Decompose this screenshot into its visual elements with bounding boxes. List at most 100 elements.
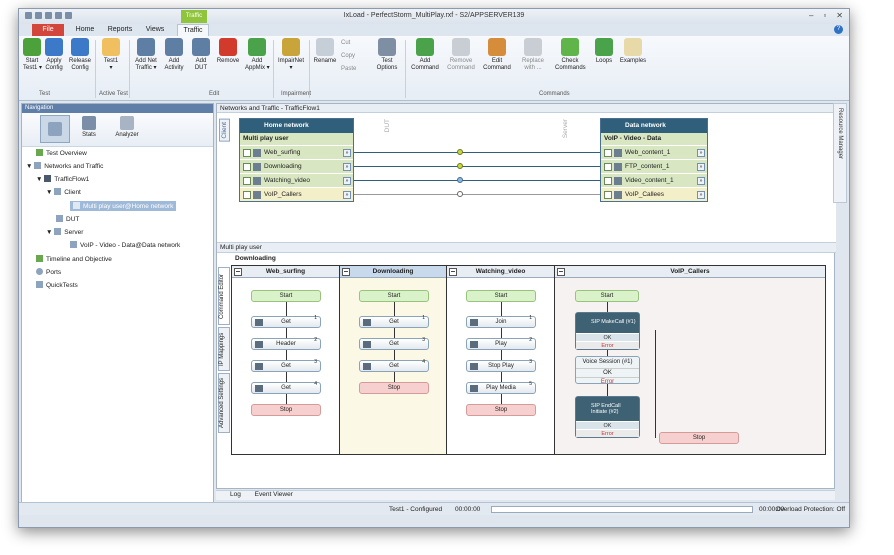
cut-button[interactable]: Cut: [341, 40, 350, 46]
tab-ip-mappings[interactable]: IP Mappings: [218, 327, 230, 371]
tree-item-timeline[interactable]: Timeline and Objective: [36, 255, 112, 263]
add-dut-button[interactable]: Add DUT: [191, 38, 211, 72]
node-stop-play[interactable]: Stop Play 3: [466, 359, 536, 372]
flow-node[interactable]: [457, 163, 463, 169]
add-activity-button[interactable]: Add Activity: [163, 38, 185, 72]
flow-node[interactable]: [457, 191, 463, 197]
tab-log[interactable]: Log: [230, 491, 241, 498]
collapse-icon[interactable]: –: [234, 268, 242, 276]
tree-item-multiplay-user[interactable]: Multi play user@Home network: [70, 201, 177, 211]
tree-item-voip-video-data[interactable]: VoIP - Video - Data@Data network: [70, 241, 180, 249]
add-command-button[interactable]: Add Command: [411, 38, 439, 72]
node-sip-endcall[interactable]: SIP EndCall Initiate (#2) OK Error: [575, 396, 640, 438]
test1-button[interactable]: Test1 ▾: [101, 38, 121, 72]
dropdown-icon[interactable]: »: [343, 191, 351, 199]
node-get[interactable]: Get 4: [359, 359, 429, 372]
remove-command-button[interactable]: Remove Command: [447, 38, 475, 72]
stats-button[interactable]: Stats: [74, 116, 104, 138]
tree-item-client[interactable]: ▼ Client: [46, 188, 81, 196]
collapse-icon[interactable]: –: [449, 268, 457, 276]
flow-node[interactable]: [457, 177, 463, 183]
remove-button[interactable]: Remove: [215, 38, 241, 65]
tab-event-viewer[interactable]: Event Viewer: [255, 491, 293, 498]
tab-file[interactable]: File: [32, 24, 64, 36]
checkbox[interactable]: [243, 163, 251, 171]
release-config-button[interactable]: Release Config: [69, 38, 91, 72]
node-get[interactable]: Get 1: [359, 315, 429, 328]
analyzer-button[interactable]: Analyzer: [112, 116, 142, 138]
checkbox[interactable]: [243, 149, 251, 157]
client-network-box[interactable]: Home network Multi play user Web_surfing…: [239, 118, 354, 202]
node-get[interactable]: Get 4: [251, 381, 321, 394]
start-test-button[interactable]: Start Test1 ▾: [23, 38, 42, 72]
node-get[interactable]: Get 1: [251, 315, 321, 328]
node-start[interactable]: Start: [359, 290, 429, 302]
minimize-icon[interactable]: –: [809, 11, 813, 20]
add-net-traffic-button[interactable]: Add Net Traffic ▾: [133, 38, 159, 72]
client-row-downloading[interactable]: Downloading»: [240, 159, 353, 173]
checkbox[interactable]: [604, 191, 612, 199]
node-play[interactable]: Play 2: [466, 337, 536, 350]
node-get[interactable]: Get 3: [251, 359, 321, 372]
examples-button[interactable]: Examples: [619, 38, 647, 65]
node-stop[interactable]: Stop: [466, 404, 536, 416]
check-commands-button[interactable]: Check Commands: [555, 38, 586, 72]
client-row-web-surfing[interactable]: Web_surfing»: [240, 145, 353, 159]
tree-item-server[interactable]: ▼ Server: [46, 228, 83, 236]
dropdown-icon[interactable]: »: [697, 149, 705, 157]
server-row-ftp-content[interactable]: FTP_content_1»: [601, 159, 707, 173]
node-voice-session[interactable]: Voice Session (#1) OK Error: [575, 356, 640, 385]
tree-item-networks[interactable]: ▼ Networks and Traffic: [26, 162, 103, 170]
dropdown-icon[interactable]: »: [343, 149, 351, 157]
replace-with-button[interactable]: Replace with ...: [519, 38, 547, 72]
tab-command-editor[interactable]: Command Editor: [218, 267, 230, 325]
checkbox[interactable]: [604, 177, 612, 185]
client-row-watching-video[interactable]: Watching_video»: [240, 173, 353, 187]
node-stop[interactable]: Stop: [359, 382, 429, 394]
close-icon[interactable]: ✕: [836, 11, 843, 20]
node-get[interactable]: Get 3: [359, 337, 429, 350]
copy-button[interactable]: Copy: [341, 53, 355, 59]
tab-reports[interactable]: Reports: [105, 24, 135, 36]
tab-traffic[interactable]: Traffic: [177, 24, 209, 36]
edit-command-button[interactable]: Edit Command: [483, 38, 511, 72]
tree-item-ports[interactable]: Ports: [36, 268, 61, 276]
dropdown-icon[interactable]: »: [343, 163, 351, 171]
flow-node[interactable]: [457, 149, 463, 155]
paste-button[interactable]: Paste: [341, 66, 356, 72]
dropdown-icon[interactable]: »: [697, 191, 705, 199]
node-header[interactable]: Header 2: [251, 337, 321, 350]
node-join[interactable]: Join 1: [466, 315, 536, 328]
impairnet-button[interactable]: ImpairNet ▾: [277, 38, 305, 72]
node-play-media[interactable]: Play Media 5: [466, 381, 536, 394]
add-appmix-button[interactable]: Add AppMix ▾: [245, 38, 270, 72]
loops-button[interactable]: Loops: [593, 38, 615, 65]
node-start[interactable]: Start: [251, 290, 321, 302]
maximize-icon[interactable]: ▫: [823, 11, 826, 20]
node-stop[interactable]: Stop: [659, 432, 739, 444]
collapse-icon[interactable]: –: [342, 268, 350, 276]
checkbox[interactable]: [243, 177, 251, 185]
nav-home-button[interactable]: [40, 115, 70, 143]
tree-item-quicktests[interactable]: QuickTests: [36, 281, 78, 289]
resource-manager-panel[interactable]: Resource Manager: [833, 103, 847, 203]
help-icon[interactable]: ?: [834, 25, 843, 34]
checkbox[interactable]: [604, 149, 612, 157]
collapse-icon[interactable]: –: [557, 268, 565, 276]
tree-item-dut[interactable]: DUT: [56, 215, 79, 223]
test-options-button[interactable]: Test Options: [375, 38, 399, 72]
node-stop[interactable]: Stop: [251, 404, 321, 416]
checkbox[interactable]: [604, 163, 612, 171]
server-network-box[interactable]: Data network VoIP - Video - Data Web_con…: [600, 118, 708, 202]
tree-item-trafficflow[interactable]: ▼ TrafficFlow1: [36, 175, 89, 183]
dropdown-icon[interactable]: »: [343, 177, 351, 185]
tree-item-test-overview[interactable]: Test Overview: [36, 149, 87, 157]
server-row-voip-callees[interactable]: VoIP_Callees»: [601, 187, 707, 201]
dropdown-icon[interactable]: »: [697, 177, 705, 185]
server-row-video-content[interactable]: Video_content_1»: [601, 173, 707, 187]
rename-button[interactable]: Rename: [313, 38, 337, 65]
server-row-web-content[interactable]: Web_content_1»: [601, 145, 707, 159]
dropdown-icon[interactable]: »: [697, 163, 705, 171]
tab-advanced-settings[interactable]: Advanced Settings: [218, 373, 230, 433]
tab-views[interactable]: Views: [143, 24, 167, 36]
